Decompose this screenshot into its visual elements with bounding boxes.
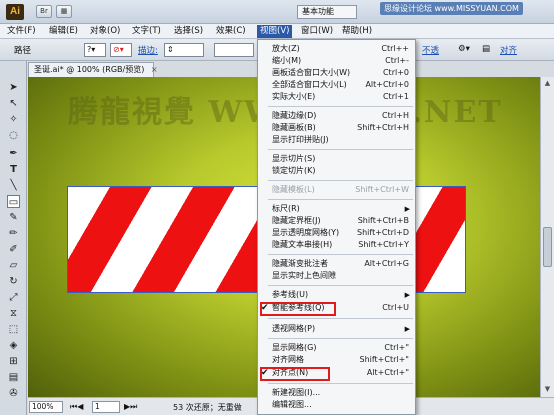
site-watermark: 思缘设计论坛 www.MISSYUAN.COM <box>380 2 523 15</box>
highlight-box <box>260 367 330 381</box>
menu-item-hide-template: 隐藏模板(L) Shift+Ctrl+W <box>272 185 409 194</box>
menu-item-guides[interactable]: 参考线(U) ▶ <box>258 289 415 301</box>
menu-effect[interactable]: 效果(C) <box>213 25 249 38</box>
status-text: 53 次还原；无重做 <box>173 403 242 412</box>
menu-view[interactable]: 视图(V) <box>257 25 293 38</box>
close-icon[interactable]: × <box>151 65 158 74</box>
stroke-weight-field[interactable]: ⇕ <box>164 43 204 57</box>
menu-item-zoom-out[interactable]: 缩小(M) Ctrl+- <box>258 55 415 67</box>
eyedropper-tool-icon[interactable]: ✇ <box>7 387 20 400</box>
fill-swatch[interactable]: ?▾ <box>84 43 106 57</box>
variable-width-select[interactable] <box>214 43 254 57</box>
page-field[interactable]: 1 <box>92 401 120 413</box>
menu-item-perspective-grid[interactable]: 透视网格(P) ▶ <box>258 323 415 335</box>
gradient-tool-icon[interactable]: ▤ <box>7 371 20 384</box>
menu-edit[interactable]: 编辑(E) <box>46 25 81 38</box>
magic-wand-tool-icon[interactable]: ✧ <box>7 113 20 126</box>
menu-item-hide-artboards[interactable]: 隐藏画板(B) Shift+Ctrl+H <box>258 122 415 134</box>
menu-separator <box>268 338 413 339</box>
menu-window[interactable]: 窗口(W) <box>298 25 336 38</box>
width-tool-icon[interactable]: ⧖ <box>7 307 20 320</box>
menu-item-hide-bounding-box[interactable]: 隐藏定界框(J) Shift+Ctrl+B <box>258 215 415 227</box>
shape-builder-tool-icon[interactable]: ◈ <box>7 339 20 352</box>
rectangle-tool-icon[interactable]: ▭ <box>7 195 20 208</box>
document-title: 圣诞.ai* @ 100% (RGB/预览) <box>34 65 145 74</box>
selection-type-label: 路径 <box>14 46 32 56</box>
type-tool-icon[interactable]: T <box>7 163 20 176</box>
free-transform-tool-icon[interactable]: ⬚ <box>7 323 20 336</box>
menu-separator <box>268 106 413 107</box>
menu-item-fit-all[interactable]: 全部适合窗口大小(L) Alt+Ctrl+0 <box>258 79 415 91</box>
menu-item-lock-slices[interactable]: 锁定切片(K) <box>258 165 415 177</box>
menu-separator <box>268 318 413 319</box>
pen-tool-icon[interactable]: ✒ <box>7 147 20 160</box>
menu-item-fit-artboard[interactable]: 画板适合窗口大小(W) Ctrl+0 <box>258 67 415 79</box>
align-link[interactable]: 对齐 <box>500 44 517 56</box>
menu-file[interactable]: 文件(F) <box>4 25 39 38</box>
menu-item-zoom-in[interactable]: 放大(Z) Ctrl++ <box>258 43 415 55</box>
blob-brush-tool-icon[interactable]: ✐ <box>7 243 20 256</box>
menu-separator <box>268 149 413 150</box>
menu-item-show-live-paint-gaps[interactable]: 显示实时上色间隙 <box>258 270 415 282</box>
selection-tool-icon[interactable]: ➤ <box>7 81 20 94</box>
scale-tool-icon[interactable]: ⤢ <box>7 291 20 304</box>
menu-separator <box>268 180 413 181</box>
paintbrush-tool-icon[interactable]: ✎ <box>7 211 20 224</box>
submenu-arrow-icon: ▶ <box>404 325 410 333</box>
mesh-tool-icon[interactable]: ⊞ <box>7 355 20 368</box>
stroke-swatch[interactable]: ⊘▾ <box>110 43 132 57</box>
menu-item-actual-size[interactable]: 实际大小(E) Ctrl+1 <box>258 91 415 103</box>
align-icon[interactable]: ▤ <box>482 44 490 54</box>
recolor-icon[interactable]: ⚙▾ <box>458 44 470 54</box>
menu-item-hide-gradient-annotator[interactable]: 隐藏渐变批注者 Alt+Ctrl+G <box>258 258 415 270</box>
tools-panel: ➤ ↖ ✧ ◌ ✒ T ╲ ▭ ✎ ✏ ✐ ▱ ↻ ⤢ ⧖ ⬚ ◈ ⊞ ▤ ✇ <box>0 61 27 415</box>
submenu-arrow-icon: ▶ <box>404 205 410 213</box>
opacity-link[interactable]: 不透 <box>422 44 439 56</box>
menu-item-show-transparency-grid[interactable]: 显示透明度网格(Y) Shift+Ctrl+D <box>258 227 415 239</box>
lasso-tool-icon[interactable]: ◌ <box>7 129 20 142</box>
menu-item-hide-edges[interactable]: 隐藏边缘(D) Ctrl+H <box>258 110 415 122</box>
menu-select[interactable]: 选择(S) <box>171 25 206 38</box>
first-page-icon[interactable]: ⏮◀ <box>70 402 83 412</box>
menu-item-new-view[interactable]: 新建视图(I)... <box>258 387 415 399</box>
scroll-down-icon[interactable]: ▼ <box>543 385 552 394</box>
workspace-switcher[interactable]: 基本功能 <box>297 5 357 19</box>
menu-item-show-print-tiling[interactable]: 显示打印拼贴(J) <box>258 134 415 146</box>
rotate-tool-icon[interactable]: ↻ <box>7 275 20 288</box>
next-page-icon[interactable]: ▶⏭ <box>124 402 137 412</box>
title-bar: Ai Br ▦ 基本功能 思缘设计论坛 www.MISSYUAN.COM <box>0 0 554 24</box>
menu-item-edit-views[interactable]: 编辑视图... <box>258 399 415 411</box>
menu-item-show-grid[interactable]: 显示网格(G) Ctrl+" <box>258 342 415 354</box>
vertical-scrollbar[interactable]: ▲ ▼ <box>540 77 554 397</box>
menu-type[interactable]: 文字(T) <box>129 25 164 38</box>
eraser-tool-icon[interactable]: ▱ <box>7 259 20 272</box>
line-tool-icon[interactable]: ╲ <box>7 179 20 192</box>
menu-object[interactable]: 对象(O) <box>87 25 123 38</box>
submenu-arrow-icon: ▶ <box>404 291 410 299</box>
arrange-documents-icon[interactable]: ▦ <box>56 5 72 18</box>
highlight-box <box>260 302 336 316</box>
scroll-thumb[interactable] <box>543 227 552 267</box>
document-tab[interactable]: 圣诞.ai* @ 100% (RGB/预览) × <box>28 62 158 77</box>
app-logo: Ai <box>6 4 24 20</box>
menu-item-show-slices[interactable]: 显示切片(S) <box>258 153 415 165</box>
view-menu-dropdown: 放大(Z) Ctrl++ 缩小(M) Ctrl+- 画板适合窗口大小(W) Ctrl+… <box>257 39 416 415</box>
menu-bar: 文件(F) 编辑(E) 对象(O) 文字(T) 选择(S) 效果(C) 视图(V… <box>0 24 554 39</box>
menu-item-hide-text-threads[interactable]: 隐藏文本串接(H) Shift+Ctrl+Y <box>258 239 415 251</box>
pencil-tool-icon[interactable]: ✏ <box>7 227 20 240</box>
menu-help[interactable]: 帮助(H) <box>339 25 375 38</box>
scroll-up-icon[interactable]: ▲ <box>543 79 552 88</box>
menu-separator <box>268 383 413 384</box>
menu-separator <box>268 199 413 200</box>
bridge-icon[interactable]: Br <box>36 5 52 18</box>
menu-item-rulers[interactable]: 标尺(R) ▶ <box>258 203 415 215</box>
zoom-field[interactable]: 100% <box>29 401 63 413</box>
menu-separator <box>268 285 413 286</box>
direct-selection-tool-icon[interactable]: ↖ <box>7 97 20 110</box>
menu-separator <box>268 254 413 255</box>
menu-item-snap-to-grid[interactable]: 对齐网格 Shift+Ctrl+" <box>258 354 415 366</box>
stroke-label[interactable]: 描边: <box>138 44 158 56</box>
